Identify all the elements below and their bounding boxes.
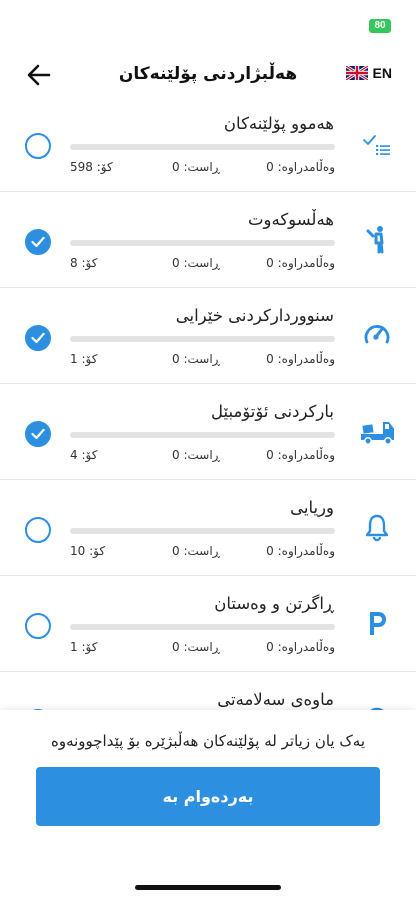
- page-title: هەڵبژاردنی پۆلێنەکان: [118, 64, 298, 84]
- category-checkbox[interactable]: [25, 325, 51, 351]
- category-row-all[interactable]: هەموو پۆلێنەکان وەڵامدراوە: 0 ڕاست: 0 کۆ…: [0, 96, 416, 192]
- answered-count: وەڵامدراوە: 0: [266, 160, 335, 174]
- category-checkbox[interactable]: [25, 517, 51, 543]
- progress-bar: [70, 432, 335, 438]
- answered-count: وەڵامدراوە: 0: [266, 448, 335, 462]
- correct-count: ڕاست: 0: [172, 640, 220, 654]
- category-title: بارکردنی ئۆتۆمبێل: [210, 402, 334, 421]
- category-title: وریایی: [290, 498, 334, 517]
- correct-count: ڕاست: 0: [172, 448, 220, 462]
- truck-icon: [361, 422, 394, 445]
- category-row-speed[interactable]: سنووردارکردنی خێرایی وەڵامدراوە: 0 ڕاست:…: [0, 288, 416, 384]
- person-icon: [366, 226, 384, 254]
- category-stats: وەڵامدراوە: 0 ڕاست: 0 کۆ: 1: [70, 352, 335, 368]
- back-button[interactable]: [24, 60, 54, 90]
- category-checkbox[interactable]: [25, 229, 51, 255]
- language-label: EN: [372, 65, 392, 81]
- header: هەڵبژاردنی پۆلێنەکان EN: [0, 52, 416, 96]
- category-title: هەموو پۆلێنەکان: [223, 114, 334, 133]
- category-stats: وەڵامدراوە: 0 ڕاست: 0 کۆ: 10: [70, 544, 335, 560]
- category-row-caution[interactable]: وریایی وەڵامدراوە: 0 ڕاست: 0 کۆ: 10: [0, 480, 416, 576]
- checkmark-icon: [31, 428, 45, 440]
- checkmark-icon: [31, 236, 45, 248]
- battery-indicator: 80: [369, 19, 391, 33]
- category-stats: وەڵامدراوە: 0 ڕاست: 0 کۆ: 4: [70, 448, 335, 464]
- category-checkbox[interactable]: [25, 421, 51, 447]
- progress-bar: [70, 528, 335, 534]
- category-title: هەڵسوکەوت: [247, 210, 334, 229]
- answered-count: وەڵامدراوە: 0: [266, 544, 335, 558]
- category-title: ماوەی سەلامەتی: [217, 690, 334, 709]
- total-count: کۆ: 4: [70, 448, 98, 462]
- correct-count: ڕاست: 0: [172, 544, 220, 558]
- total-count: کۆ: 10: [70, 544, 106, 558]
- category-stats: وەڵامدراوە: 0 ڕاست: 0 کۆ: 8: [70, 256, 335, 272]
- correct-count: ڕاست: 0: [172, 256, 220, 270]
- category-stats: وەڵامدراوە: 0 ڕاست: 0 کۆ: 598: [70, 160, 335, 176]
- total-count: کۆ: 8: [70, 256, 98, 270]
- answered-count: وەڵامدراوە: 0: [266, 256, 335, 270]
- correct-count: ڕاست: 0: [172, 160, 220, 174]
- footer-panel: یەک یان زیاتر لە پۆلێنەکان هەڵبژێرە بۆ پ…: [0, 710, 416, 900]
- category-checkbox[interactable]: [25, 613, 51, 639]
- progress-bar: [70, 336, 335, 342]
- uk-flag-icon: [345, 66, 368, 80]
- progress-bar: [70, 624, 335, 630]
- arrow-left-icon: [27, 64, 51, 86]
- total-count: کۆ: 1: [70, 640, 98, 654]
- total-count: کۆ: 598: [70, 160, 113, 174]
- category-stats: وەڵامدراوە: 0 ڕاست: 0 کۆ: 1: [70, 640, 335, 656]
- category-row-safety-distance[interactable]: ماوەی سەلامەتی: [0, 672, 416, 710]
- home-indicator: [135, 885, 281, 890]
- parking-icon: [370, 612, 386, 635]
- progress-bar: [70, 144, 335, 150]
- correct-count: ڕاست: 0: [172, 352, 220, 366]
- selection-hint: یەک یان زیاتر لە پۆلێنەکان هەڵبژێرە بۆ پ…: [50, 732, 366, 750]
- category-row-behavior[interactable]: هەڵسوکەوت وەڵامدراوە: 0 ڕاست: 0 کۆ: 8: [0, 192, 416, 288]
- category-title: سنووردارکردنی خێرایی: [175, 306, 334, 325]
- category-checkbox[interactable]: [25, 133, 51, 159]
- continue-button[interactable]: بەردەوام بە: [36, 767, 380, 826]
- category-row-stopping[interactable]: ڕاگرتن و وەستان وەڵامدراوە: 0 ڕاست: 0 کۆ…: [0, 576, 416, 672]
- answered-count: وەڵامدراوە: 0: [266, 352, 335, 366]
- bell-icon: [365, 514, 389, 542]
- progress-bar: [70, 240, 335, 246]
- total-count: کۆ: 1: [70, 352, 98, 366]
- category-list[interactable]: هەموو پۆلێنەکان وەڵامدراوە: 0 ڕاست: 0 کۆ…: [0, 96, 416, 710]
- category-title: ڕاگرتن و وەستان: [214, 594, 334, 613]
- status-bar: 80: [0, 0, 416, 44]
- language-switcher[interactable]: EN: [345, 65, 392, 81]
- answered-count: وەڵامدراوە: 0: [266, 640, 335, 654]
- speedometer-icon: [364, 325, 390, 344]
- category-row-loading[interactable]: بارکردنی ئۆتۆمبێل وەڵامدراوە: 0 ڕاست: 0 …: [0, 384, 416, 480]
- checkmark-icon: [31, 332, 45, 344]
- list-check-icon: [363, 135, 390, 155]
